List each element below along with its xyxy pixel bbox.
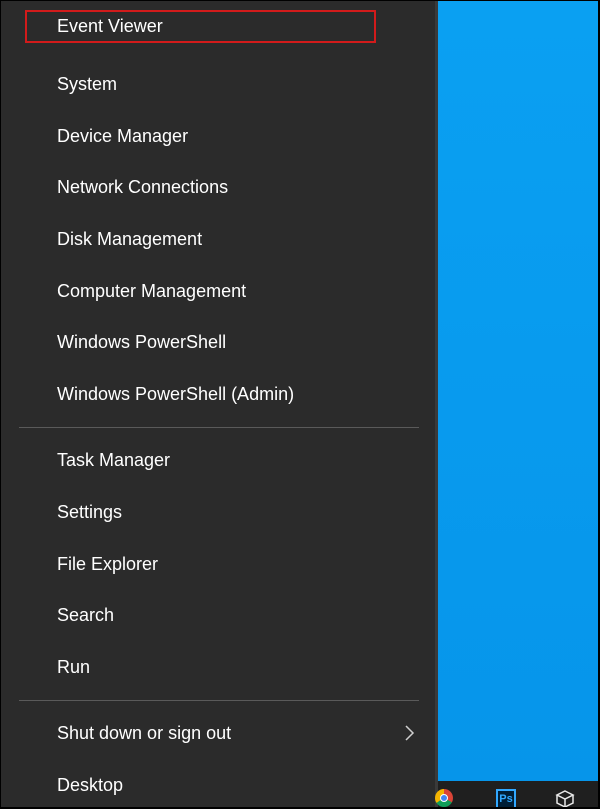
menu-item-network-connections[interactable]: Network Connections <box>19 167 419 207</box>
chevron-right-icon <box>403 713 415 766</box>
taskbar: Ps <box>435 781 598 807</box>
menu-item-computer-management[interactable]: Computer Management <box>19 271 419 311</box>
menu-item-task-manager[interactable]: Task Manager <box>19 440 419 480</box>
menu-item-device-manager[interactable]: Device Manager <box>19 116 419 156</box>
menu-item-event-viewer[interactable]: Event Viewer <box>25 10 376 43</box>
menu-item-shut-down-or-sign-out[interactable]: Shut down or sign out <box>19 713 419 753</box>
menu-separator <box>19 427 419 428</box>
menu-item-disk-management[interactable]: Disk Management <box>19 219 419 259</box>
menu-separator <box>19 700 419 701</box>
menu-item-windows-powershell[interactable]: Windows PowerShell <box>19 322 419 362</box>
power-user-menu: Event Viewer System Device Manager Netwo… <box>1 1 435 807</box>
menu-item-file-explorer[interactable]: File Explorer <box>19 544 419 584</box>
photoshop-icon[interactable]: Ps <box>496 789 516 807</box>
desktop-background <box>438 1 598 781</box>
menu-item-run[interactable]: Run <box>19 647 419 687</box>
screenshot-frame: Event Viewer System Device Manager Netwo… <box>1 1 598 807</box>
menu-item-system[interactable]: System <box>19 64 419 104</box>
box-3d-icon[interactable] <box>554 789 576 807</box>
menu-item-windows-powershell-admin[interactable]: Windows PowerShell (Admin) <box>19 374 419 414</box>
menu-item-search[interactable]: Search <box>19 595 419 635</box>
menu-item-settings[interactable]: Settings <box>19 492 419 532</box>
chrome-icon[interactable] <box>435 789 453 807</box>
menu-item-label: Shut down or sign out <box>57 723 232 743</box>
menu-item-desktop[interactable]: Desktop <box>19 765 419 805</box>
